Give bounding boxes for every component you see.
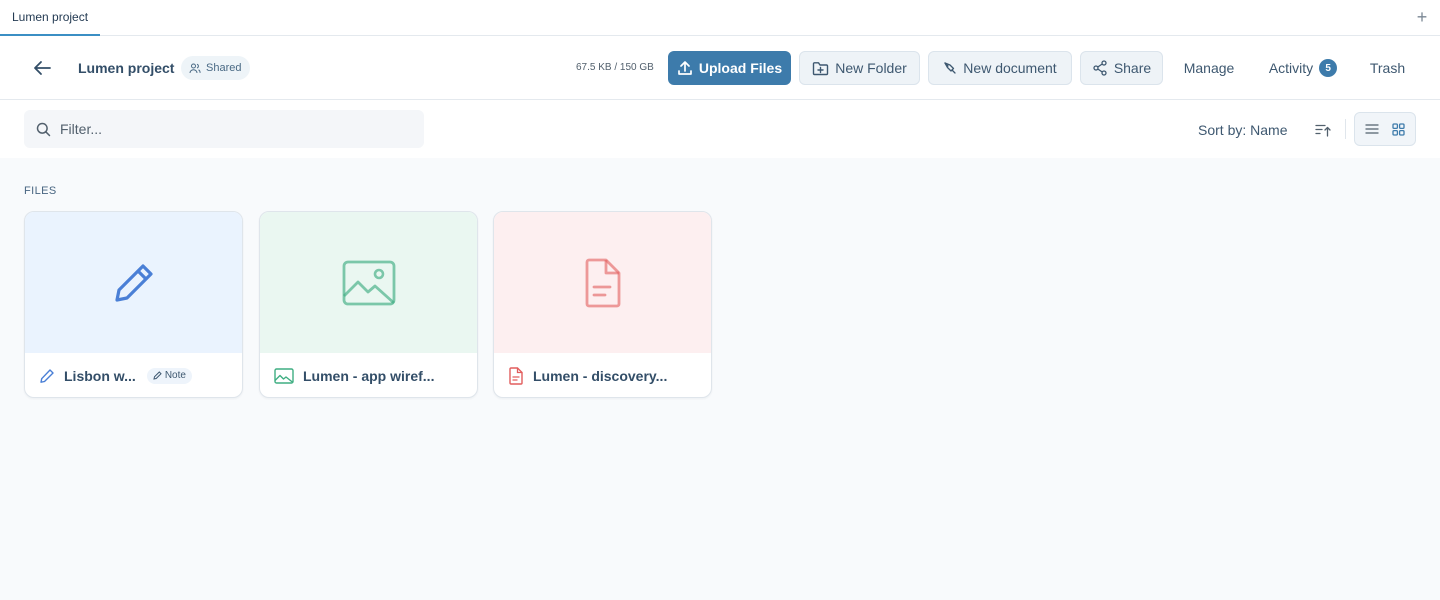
share-icon [1093, 60, 1107, 76]
toolbar-divider [1345, 119, 1346, 139]
new-folder-label: New Folder [835, 60, 907, 76]
activity-count-badge: 5 [1319, 59, 1338, 77]
folder-plus-icon [813, 61, 829, 75]
tab-bar: Lumen project + [0, 0, 1440, 36]
document-icon [585, 258, 620, 307]
sort-ascending-icon [1315, 124, 1331, 137]
upload-files-label: Upload Files [698, 60, 783, 76]
pencil-icon [40, 368, 54, 383]
page-header: Lumen project Shared 67.5 KB / 150 GB Up… [0, 36, 1440, 100]
document-icon [509, 366, 523, 385]
filter-box[interactable] [24, 110, 424, 148]
file-thumbnail [25, 212, 242, 353]
shared-badge-label: Shared [206, 62, 242, 74]
activity-button[interactable]: Activity 5 [1258, 51, 1348, 85]
users-icon [189, 63, 201, 73]
sort-direction-button[interactable] [1313, 120, 1333, 140]
tab-lumen-project[interactable]: Lumen project [0, 0, 101, 36]
upload-icon [678, 61, 692, 75]
list-view-icon [1365, 124, 1379, 134]
files-toolbar: Sort by: Name [0, 100, 1440, 158]
pencil-icon [114, 263, 153, 302]
share-button[interactable]: Share [1080, 51, 1163, 85]
trash-label: Trash [1369, 60, 1406, 76]
grid-view-button[interactable] [1386, 117, 1410, 141]
search-icon [36, 122, 51, 136]
file-name: Lumen - app wiref... [303, 367, 435, 384]
tab-label: Lumen project [12, 10, 89, 24]
file-card-image[interactable]: Lumen - app wiref... [259, 211, 478, 398]
new-folder-button[interactable]: New Folder [799, 51, 920, 85]
back-button[interactable] [28, 56, 56, 80]
file-thumbnail [260, 212, 477, 353]
share-label: Share [1113, 60, 1152, 76]
list-view-button[interactable] [1360, 117, 1384, 141]
upload-files-button[interactable]: Upload Files [668, 51, 791, 85]
manage-label: Manage [1183, 60, 1235, 76]
file-name: Lumen - discovery... [533, 367, 668, 384]
manage-button[interactable]: Manage [1172, 51, 1246, 85]
new-document-label: New document [963, 60, 1057, 76]
arrow-left-icon [34, 61, 51, 75]
file-thumbnail [494, 212, 711, 353]
filter-input[interactable] [60, 121, 400, 137]
page-title: Lumen project [78, 60, 175, 76]
file-card-footer: Lumen - discovery... [494, 353, 711, 397]
note-badge-label: Note [164, 370, 186, 381]
grid-view-icon [1391, 122, 1405, 136]
new-document-button[interactable]: New document [928, 51, 1072, 85]
file-card-footer: Lisbon w... Note [25, 353, 242, 397]
activity-label: Activity [1268, 60, 1314, 76]
add-tab-icon[interactable]: + [1414, 8, 1430, 26]
pencil-icon [153, 371, 162, 380]
file-name: Lisbon w... [64, 367, 136, 384]
file-card-note[interactable]: Lisbon w... Note [24, 211, 243, 398]
files-section-label: FILES [24, 185, 57, 197]
note-badge: Note [146, 367, 192, 384]
trash-button[interactable]: Trash [1360, 51, 1415, 85]
storage-usage: 67.5 KB / 150 GB [576, 62, 654, 73]
shared-badge: Shared [181, 56, 251, 80]
file-card-document[interactable]: Lumen - discovery... [493, 211, 712, 398]
image-icon [274, 367, 294, 384]
image-icon [342, 260, 395, 305]
sort-dropdown[interactable]: Sort by: Name [1198, 122, 1287, 138]
file-card-footer: Lumen - app wiref... [260, 353, 477, 397]
pen-tool-icon [944, 62, 956, 74]
view-mode-toggle [1354, 112, 1416, 146]
